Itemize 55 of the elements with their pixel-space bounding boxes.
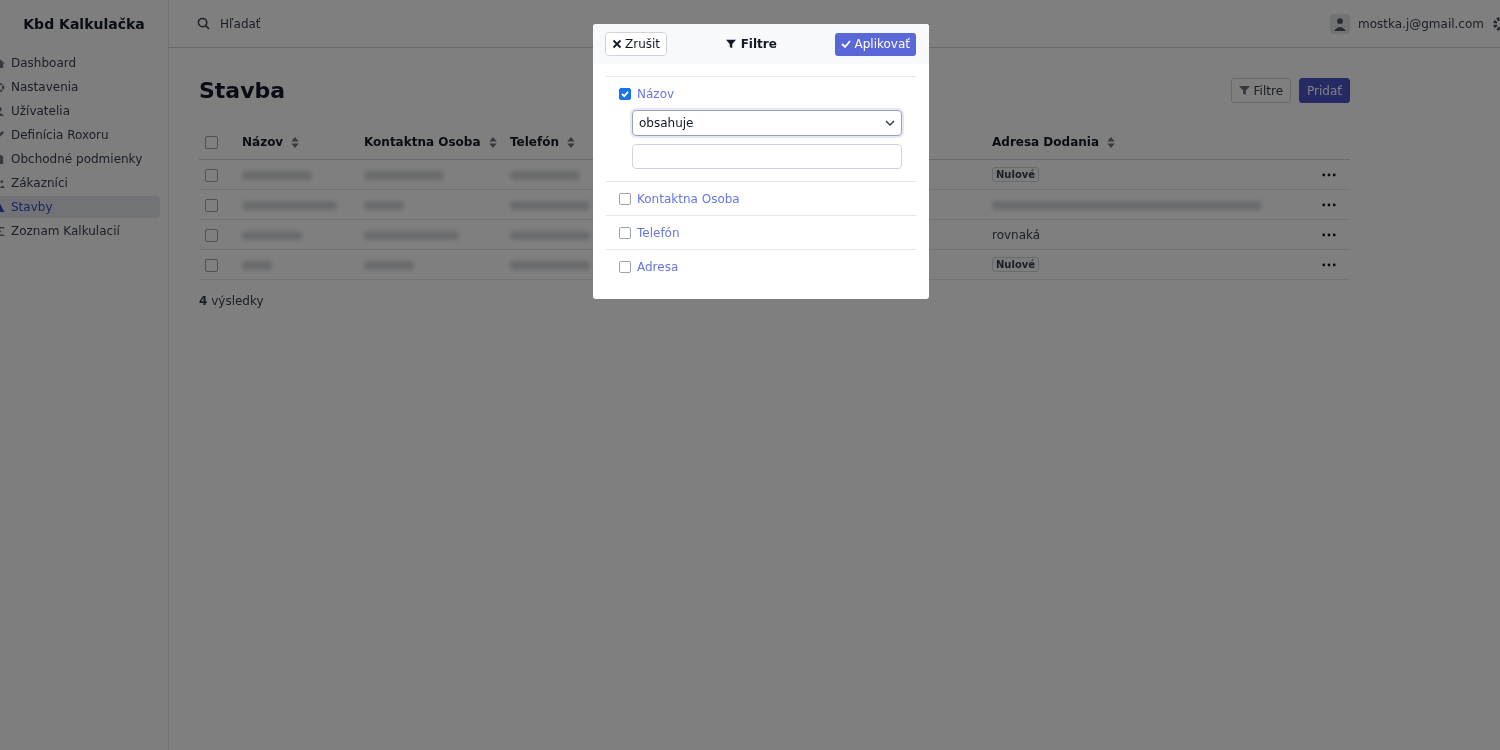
add-button[interactable]: Pridať xyxy=(1299,78,1350,103)
funnel-icon xyxy=(1238,85,1250,96)
sidebar-item[interactable]: Dashboard xyxy=(0,52,160,74)
page-title: Stavba xyxy=(199,78,286,103)
dialog-title: Filtre xyxy=(740,37,777,51)
sort-icon[interactable] xyxy=(291,136,300,148)
checkbox[interactable] xyxy=(205,198,218,212)
checkbox[interactable] xyxy=(619,227,631,239)
user-email: mostka.j@gmail.com xyxy=(1358,16,1484,31)
operator-dropdown[interactable]: obsahuje xyxy=(632,110,902,136)
close-icon xyxy=(612,39,622,49)
sidebar-item[interactable]: Stavby xyxy=(0,196,160,218)
checkbox[interactable] xyxy=(205,168,218,182)
sort-icon[interactable] xyxy=(1107,136,1115,148)
status-badge: Nulové xyxy=(992,167,1040,182)
column-header[interactable]: Adresa Dodania xyxy=(992,135,1099,149)
checkbox[interactable] xyxy=(205,258,218,272)
sidebar-item[interactable]: Zákazníci xyxy=(0,172,160,194)
cancel-button[interactable]: Zrušit xyxy=(605,32,668,56)
chevron-down-icon xyxy=(885,120,895,126)
search-field[interactable]: Hľadať xyxy=(218,15,422,32)
table-cell: rovnaká xyxy=(992,227,1041,242)
checkbox[interactable] xyxy=(619,88,631,100)
field-label[interactable]: Kontaktna Osoba xyxy=(637,192,740,206)
filter-value-input[interactable] xyxy=(632,144,902,169)
sort-icon[interactable] xyxy=(488,136,497,148)
sidebar-item[interactable]: Definícia Roxoru xyxy=(0,124,160,146)
avatar-icon[interactable] xyxy=(1330,13,1350,34)
sort-icon[interactable] xyxy=(567,136,575,148)
sidebar-item[interactable]: Zoznam Kalkulacií xyxy=(0,220,160,242)
apply-button[interactable]: Aplikovať xyxy=(835,32,916,56)
sidebar-item[interactable]: Obchodné podmienky xyxy=(0,148,160,170)
sidebar-item[interactable]: Užívatelia xyxy=(0,100,160,122)
column-header[interactable]: Názov xyxy=(242,135,284,149)
app-title: Kbd Kalkulačka xyxy=(22,15,146,34)
more-icon[interactable] xyxy=(1322,173,1336,177)
more-icon[interactable] xyxy=(1322,203,1336,207)
result-count: 4 výsledky xyxy=(199,294,265,308)
funnel-icon xyxy=(725,39,736,49)
field-label[interactable]: Adresa xyxy=(637,260,679,274)
field-label[interactable]: Telefón xyxy=(637,226,680,240)
checkbox[interactable] xyxy=(619,261,631,273)
filter-button[interactable]: Filtre xyxy=(1230,78,1292,103)
checkbox[interactable] xyxy=(205,136,218,149)
column-header[interactable]: Telefón xyxy=(510,135,559,149)
checkbox[interactable] xyxy=(205,228,218,242)
more-icon[interactable] xyxy=(1322,233,1336,237)
search-icon xyxy=(197,17,210,30)
column-header[interactable]: Kontaktna Osoba xyxy=(364,135,481,149)
more-icon[interactable] xyxy=(1322,263,1336,267)
checkbox[interactable] xyxy=(619,193,631,205)
check-icon xyxy=(841,39,852,49)
status-badge: Nulové xyxy=(992,257,1040,272)
field-label[interactable]: Názov xyxy=(637,87,675,101)
sidebar-item[interactable]: Nastavenia xyxy=(0,76,160,98)
